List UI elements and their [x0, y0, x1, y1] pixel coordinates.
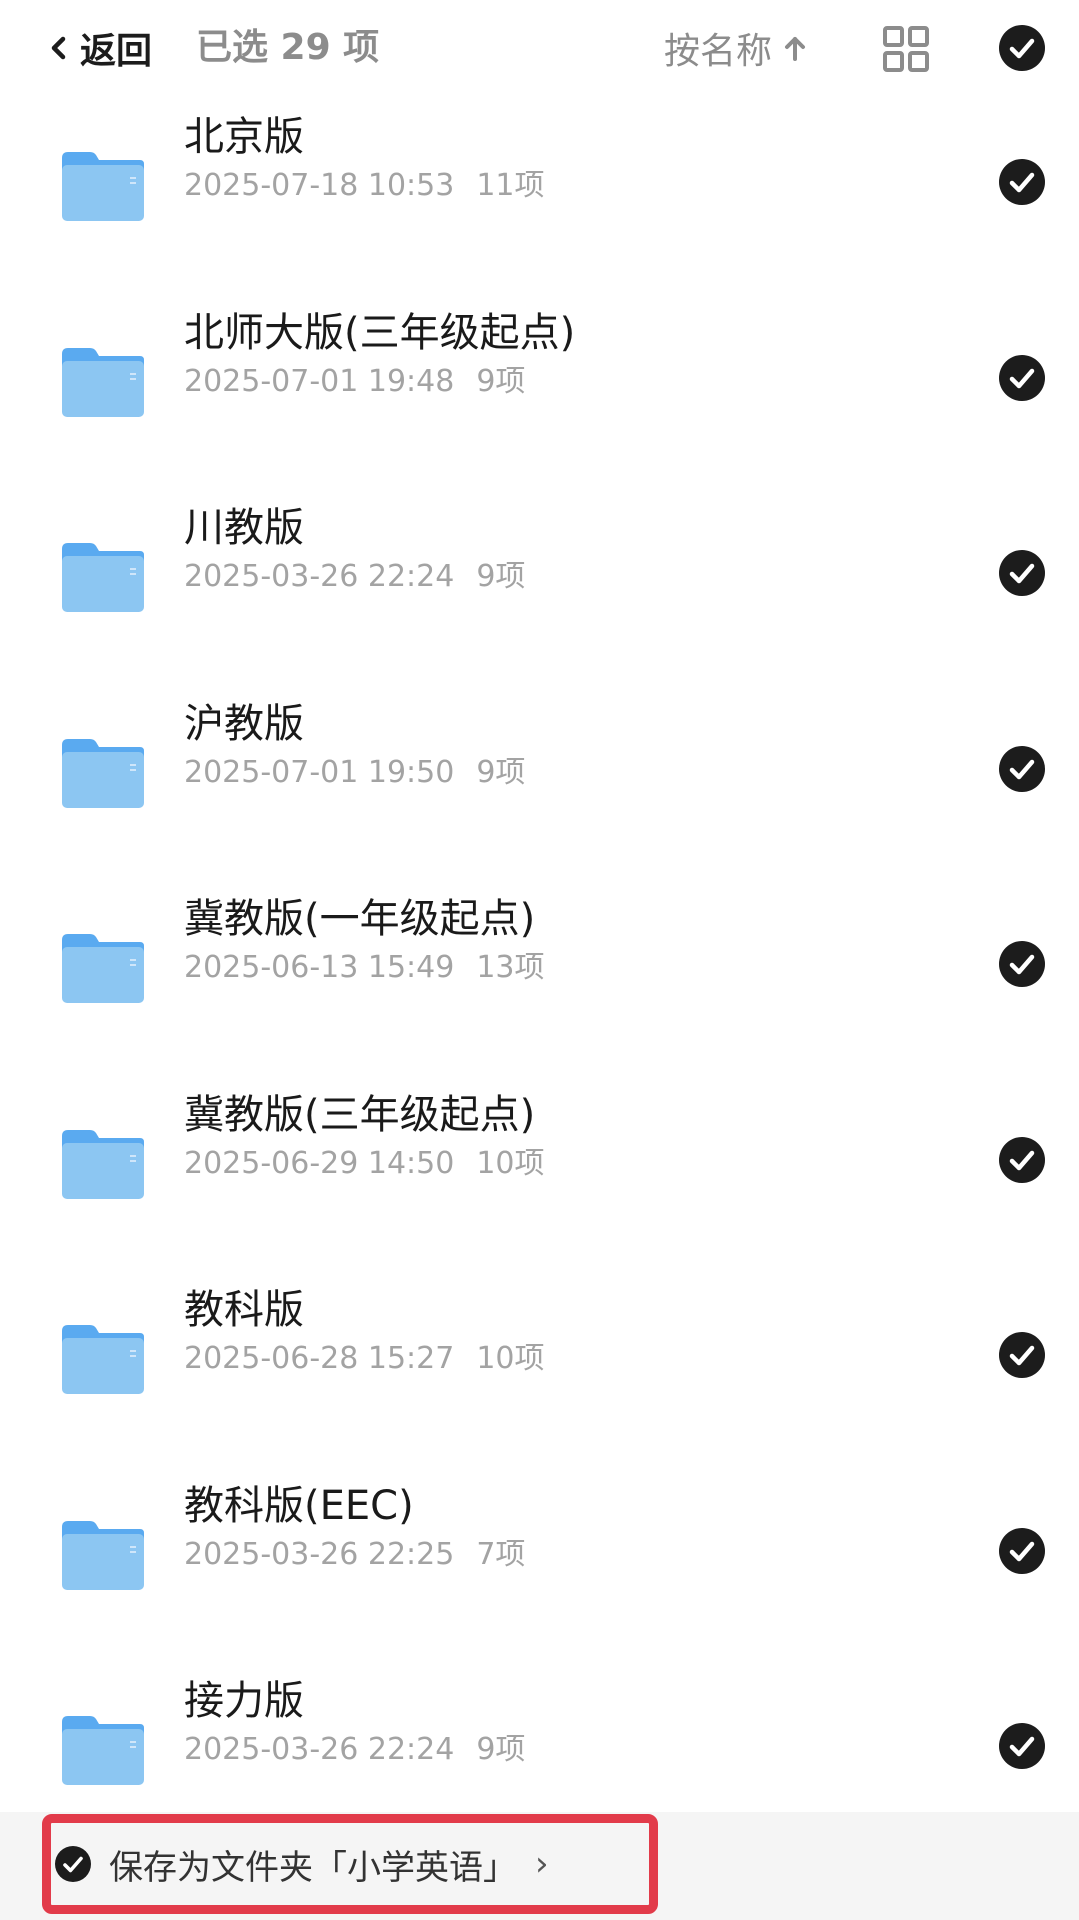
- folder-icon: [62, 934, 144, 1003]
- folder-name: 北京版: [184, 114, 304, 160]
- folder-date: 2025-06-29 14:50: [184, 1145, 455, 1181]
- folder-date: 2025-06-13 15:49: [184, 950, 455, 985]
- selected-count: 已选 29 项: [196, 27, 380, 68]
- select-all-button[interactable]: [999, 25, 1045, 71]
- folder-row[interactable]: 北师大版(三年级起点) 2025-07-01 19:48 9项: [0, 296, 1079, 492]
- folder-date: 2025-03-26 22:24: [184, 1732, 455, 1767]
- top-bar: 返回 已选 29 项 按名称: [0, 0, 1079, 100]
- folder-icon: [62, 347, 144, 417]
- back-label: 返回: [80, 31, 153, 72]
- folder-meta: 2025-07-18 10:53 11项: [184, 166, 545, 206]
- folder-item-count: 13项: [476, 950, 545, 985]
- check-circle-icon: [999, 25, 1045, 71]
- folder-date: 2025-07-01 19:50: [184, 754, 455, 790]
- bottom-bar: 保存为文件夹「小学英语」 ›: [0, 1812, 1079, 1920]
- chevron-right-icon: ›: [535, 1844, 549, 1884]
- folder-icon: [62, 1716, 144, 1785]
- folder-item-count: 11项: [476, 168, 545, 203]
- folder-item-count: 9项: [476, 1732, 526, 1767]
- check-circle-icon[interactable]: [999, 354, 1045, 401]
- arrow-up-icon: [780, 28, 810, 68]
- folder-name: 北师大版(三年级起点): [184, 309, 576, 356]
- check-circle-icon[interactable]: [999, 1723, 1045, 1769]
- folder-name: 接力版: [184, 1678, 304, 1724]
- folder-name: 冀教版(三年级起点): [184, 1091, 536, 1138]
- folder-list: 北京版 2025-07-18 10:53 11项北师大版(三年级起点) 2025-07…: [0, 100, 1079, 1860]
- chevron-left-icon: [44, 28, 74, 68]
- folder-name: 川教版: [184, 505, 304, 551]
- save-as-folder-label: 保存为文件夹「小学英语」: [109, 1847, 517, 1888]
- folder-name: 冀教版(一年级起点): [184, 896, 536, 942]
- folder-name: 沪教版: [184, 700, 304, 747]
- folder-row[interactable]: 北京版 2025-07-18 10:53 11项: [0, 100, 1079, 296]
- folder-icon: [62, 1129, 144, 1199]
- folder-row[interactable]: 教科版(EEC) 2025-03-26 22:25 7项: [0, 1469, 1079, 1665]
- folder-item-count: 9项: [476, 363, 526, 399]
- folder-item-count: 10项: [476, 1341, 545, 1376]
- folder-name: 教科版: [184, 1287, 304, 1333]
- sort-label: 按名称: [664, 31, 773, 72]
- folder-item-count: 7项: [476, 1536, 526, 1572]
- folder-date: 2025-07-18 10:53: [184, 168, 455, 203]
- grid-view-button[interactable]: [882, 25, 930, 73]
- check-circle-icon[interactable]: [999, 1136, 1045, 1183]
- folder-row[interactable]: 冀教版(一年级起点) 2025-06-13 15:49 13项: [0, 882, 1079, 1078]
- check-circle-icon[interactable]: [999, 745, 1045, 792]
- file-selection-screen: 返回 已选 29 项 按名称 北京版 2025-07-18 10:53 11项 …: [0, 0, 1079, 1920]
- check-circle-icon[interactable]: [999, 941, 1045, 987]
- grid-view-icon: [883, 26, 929, 72]
- folder-meta: 2025-06-29 14:50 10项: [184, 1144, 545, 1184]
- folder-meta: 2025-03-26 22:24 9项: [184, 1730, 525, 1770]
- folder-meta: 2025-06-28 15:27 10项: [184, 1339, 545, 1379]
- folder-icon: [62, 543, 144, 612]
- folder-meta: 2025-07-01 19:50 9项: [184, 753, 525, 793]
- folder-date: 2025-06-28 15:27: [184, 1341, 455, 1376]
- check-circle-icon[interactable]: [999, 159, 1045, 205]
- folder-meta: 2025-03-26 22:25 7项: [184, 1535, 525, 1575]
- folder-row[interactable]: 川教版 2025-03-26 22:24 9项: [0, 491, 1079, 687]
- check-circle-icon[interactable]: [999, 1332, 1045, 1378]
- sort-by-name-button[interactable]: 按名称: [664, 22, 810, 74]
- folder-item-count: 9项: [476, 559, 526, 594]
- check-circle-icon: [55, 1846, 91, 1882]
- save-as-folder-button[interactable]: 保存为文件夹「小学英语」 ›: [42, 1814, 658, 1914]
- folder-meta: 2025-07-01 19:48 9项: [184, 362, 525, 402]
- folder-item-count: 10项: [476, 1145, 545, 1181]
- folder-icon: [62, 152, 144, 221]
- check-circle-icon[interactable]: [999, 1527, 1045, 1574]
- folder-icon: [62, 1325, 144, 1394]
- folder-meta: 2025-06-13 15:49 13项: [184, 948, 545, 988]
- folder-row[interactable]: 沪教版 2025-07-01 19:50 9项: [0, 687, 1079, 883]
- folder-icon: [62, 1520, 144, 1590]
- check-circle-icon[interactable]: [999, 550, 1045, 596]
- folder-date: 2025-07-01 19:48: [184, 363, 455, 399]
- back-button[interactable]: 返回: [44, 22, 152, 74]
- folder-date: 2025-03-26 22:24: [184, 559, 455, 594]
- folder-icon: [62, 738, 144, 808]
- folder-item-count: 9项: [476, 754, 526, 790]
- folder-name: 教科版(EEC): [184, 1482, 414, 1529]
- folder-row[interactable]: 教科版 2025-06-28 15:27 10项: [0, 1273, 1079, 1469]
- folder-meta: 2025-03-26 22:24 9项: [184, 557, 525, 597]
- folder-date: 2025-03-26 22:25: [184, 1536, 455, 1572]
- folder-row[interactable]: 冀教版(三年级起点) 2025-06-29 14:50 10项: [0, 1078, 1079, 1274]
